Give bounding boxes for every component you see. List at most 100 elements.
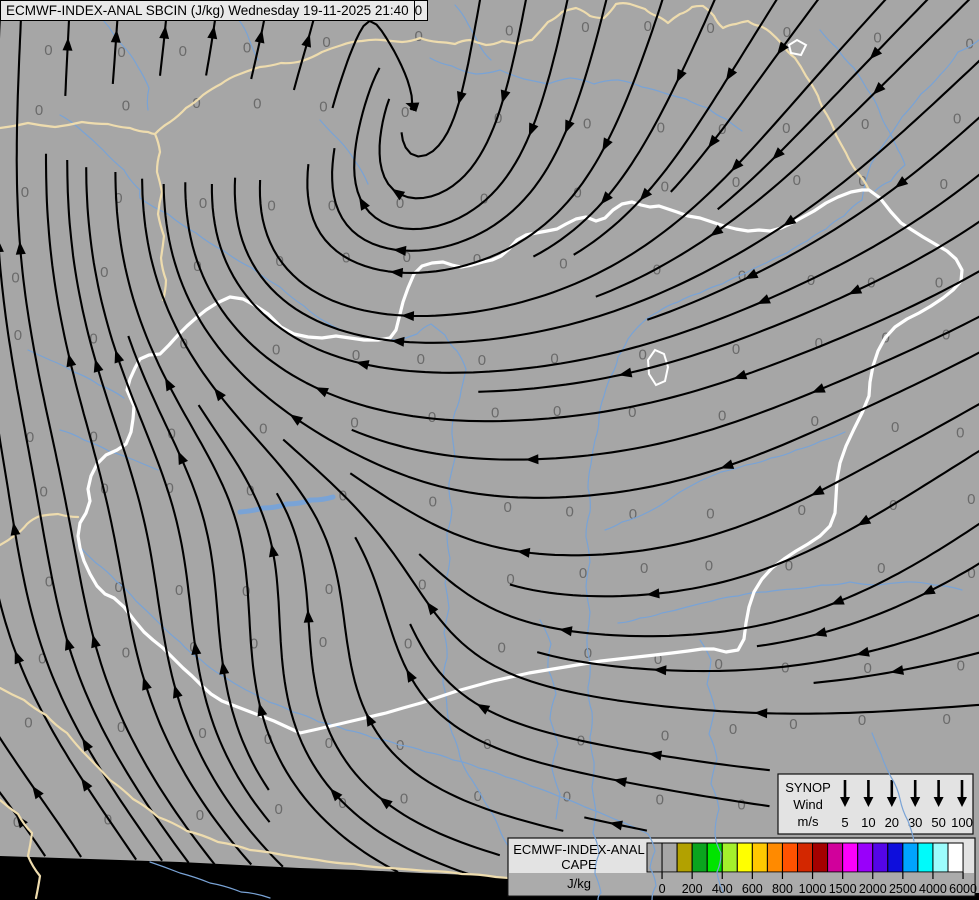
- station-value-label: 0: [259, 421, 267, 438]
- cape-colorbar-segment: [842, 842, 859, 873]
- station-value-label: 0: [504, 499, 512, 516]
- cape-tick-label: 2500: [889, 882, 917, 896]
- station-value-label: 0: [559, 256, 567, 273]
- station-value-label: 0: [705, 557, 713, 574]
- header-line-sbcin: ECMWF-INDEX-ANAL SBCIN (J/kg) Wednesday …: [0, 0, 415, 21]
- station-value-label: 0: [737, 797, 745, 814]
- station-value-label: 0: [956, 424, 964, 441]
- station-value-label: 0: [404, 636, 412, 653]
- station-value-label: 0: [640, 560, 648, 577]
- station-value-label: 0: [782, 120, 790, 137]
- station-value-label: 0: [706, 20, 714, 37]
- station-value-label: 0: [940, 176, 948, 193]
- station-value-label: 0: [319, 634, 327, 651]
- cape-tick-label: 0: [659, 882, 666, 896]
- station-value-label: 0: [401, 104, 409, 121]
- station-value-label: 0: [498, 639, 506, 656]
- wind-legend-title: SYNOP: [785, 780, 831, 795]
- cape-colorbar-segment: [902, 842, 919, 873]
- station-value-label: 0: [657, 119, 665, 136]
- station-value-label: 0: [732, 174, 740, 191]
- station-value-label: 0: [877, 560, 885, 577]
- cape-colorbar-segment: [917, 842, 934, 873]
- station-value-label: 0: [14, 327, 22, 344]
- cape-tick-label: 6000: [949, 882, 977, 896]
- cape-tick-label: 200: [682, 882, 703, 896]
- cape-colorbar-segment: [676, 842, 693, 873]
- cape-colorbar-segment: [736, 842, 753, 873]
- station-value-label: 0: [168, 426, 176, 443]
- cape-colorbar-segment: [766, 842, 783, 873]
- cape-legend-unit-label: J/kg: [567, 876, 591, 891]
- station-value-label: 0: [661, 727, 669, 744]
- station-value-label: 0: [579, 565, 587, 582]
- station-value-label: 0: [21, 184, 29, 201]
- station-value-label: 0: [253, 96, 261, 113]
- station-value-label: 0: [811, 413, 819, 430]
- station-value-label: 0: [935, 275, 943, 292]
- station-value-label: 0: [789, 716, 797, 733]
- station-value-label: 0: [793, 172, 801, 189]
- station-value-label: 0: [967, 491, 975, 508]
- cape-colorbar-segment: [947, 842, 964, 873]
- station-value-label: 0: [661, 179, 669, 196]
- station-value-label: 0: [175, 582, 183, 599]
- station-value-label: 0: [478, 352, 486, 369]
- station-value-label: 0: [417, 351, 425, 368]
- station-value-label: 0: [815, 335, 823, 352]
- station-value-label: 0: [873, 30, 881, 47]
- weather-map-canvas: 0 0 0 0 0 0 0 0 0 0 0 0 0 0 0 0 0 0 0 0 0 0 0 0 0 0 0 0 0 0 0 0 0 0 0 0 0 0 0 0…: [0, 0, 979, 900]
- station-value-label: 0: [199, 195, 207, 212]
- cape-tick-label: 2000: [859, 882, 887, 896]
- cape-tick-label: 1500: [829, 882, 857, 896]
- station-value-label: 0: [505, 23, 513, 40]
- station-value-label: 0: [491, 405, 499, 422]
- station-value-label: 0: [400, 791, 408, 808]
- station-value-label: 0: [864, 660, 872, 677]
- station-value-label: 0: [122, 645, 130, 662]
- cape-colorbar-segment: [827, 842, 844, 873]
- cape-colorbar-segment: [857, 842, 874, 873]
- station-value-label: 0: [706, 505, 714, 522]
- wind-legend-subtitle: Wind: [793, 797, 823, 812]
- station-value-label: 0: [350, 415, 358, 432]
- station-value-label: 0: [272, 342, 280, 359]
- wind-speed-label: 50: [931, 815, 945, 830]
- cape-colorbar-segment: [706, 842, 723, 873]
- station-value-label: 0: [581, 19, 589, 36]
- station-value-label: 0: [639, 346, 647, 363]
- cape-colorbar-segment: [781, 842, 799, 873]
- cape-colorbar-segment: [797, 842, 814, 873]
- station-value-label: 0: [267, 198, 275, 215]
- station-value-label: 0: [861, 116, 869, 133]
- wind-speed-label: 100: [951, 815, 973, 830]
- cape-colorbar-segment: [932, 842, 949, 873]
- cape-colorbar-segment: [721, 842, 738, 873]
- station-value-label: 0: [656, 792, 664, 809]
- cape-legend-subtitle: CAPE: [561, 857, 597, 872]
- wind-speed-label: 10: [861, 815, 875, 830]
- wind-legend-unit: m/s: [797, 814, 819, 829]
- station-value-label: 0: [943, 711, 951, 728]
- station-value-label: 0: [429, 493, 437, 510]
- cape-colorbar-segment: [751, 842, 768, 873]
- station-value-label: 0: [415, 28, 423, 45]
- station-value-label: 0: [583, 115, 591, 132]
- station-value-label: 0: [729, 721, 737, 738]
- station-value-label: 0: [117, 44, 125, 61]
- station-value-label: 0: [179, 43, 187, 60]
- station-value-label: 0: [858, 712, 866, 729]
- station-value-label: 0: [100, 264, 108, 281]
- cape-tick-label: 1000: [799, 882, 827, 896]
- station-value-label: 0: [563, 789, 571, 806]
- cape-colorbar-segment: [872, 842, 889, 873]
- cape-tick-label: 600: [742, 882, 763, 896]
- cape-colorbar-segment: [887, 842, 904, 873]
- cape-tick-label: 4000: [919, 882, 947, 896]
- cape-legend-title: ECMWF-INDEX-ANAL: [513, 842, 645, 857]
- station-value-label: 0: [122, 97, 130, 114]
- station-value-label: 0: [957, 658, 965, 675]
- wind-speed-label: 20: [885, 815, 899, 830]
- station-value-label: 0: [566, 504, 574, 521]
- wind-speed-label: 5: [841, 815, 848, 830]
